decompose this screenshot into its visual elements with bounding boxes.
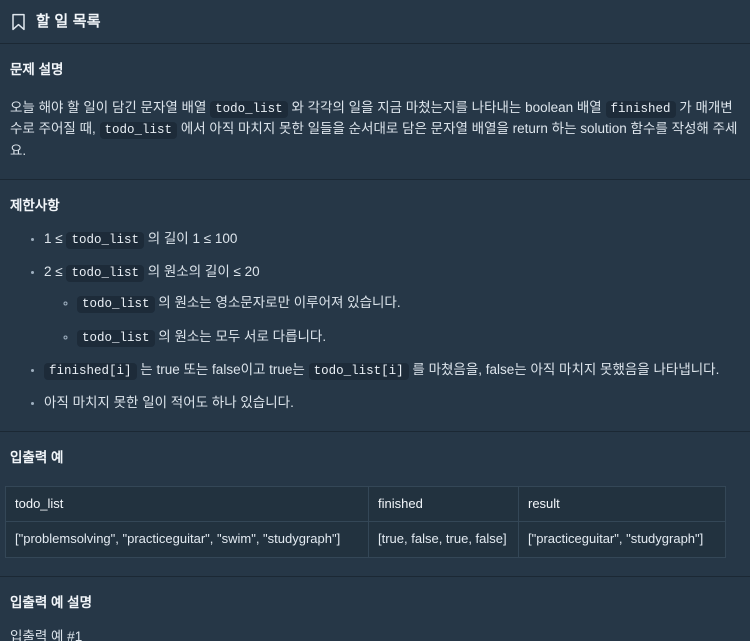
column-header-todo-list: todo_list bbox=[5, 486, 369, 523]
constraint-item-3: finished[i] 는 true 또는 false이고 true는 todo… bbox=[44, 360, 740, 381]
io-table: todo_list finished result ["problemsolvi… bbox=[5, 486, 726, 558]
cell-todo-list: ["problemsolving", "practiceguitar", "sw… bbox=[5, 521, 369, 558]
constraint-subitem-1: todo_list 의 원소는 영소문자로만 이루어져 있습니다. bbox=[77, 293, 740, 314]
section-explanation: 입출력 예 설명 입출력 예 #1 예제 1번의 todo_list 중에서 "… bbox=[0, 593, 750, 641]
constraint-3-mid: 는 true 또는 false이고 true는 bbox=[140, 362, 305, 378]
code-finished-index: finished[i] bbox=[44, 363, 137, 381]
code-finished: finished bbox=[605, 100, 676, 118]
description-heading: 문제 설명 bbox=[10, 62, 64, 77]
page-title: 할 일 목록 bbox=[36, 12, 101, 30]
constraints-list: 1 ≤ todo_list 의 길이 1 ≤ 100 2 ≤ todo_list… bbox=[10, 229, 740, 415]
code-todo-list: todo_list bbox=[66, 264, 144, 282]
constraint-item-4: 아직 마치지 못한 일이 적어도 하나 있습니다. bbox=[44, 393, 740, 414]
constraint-item-1: 1 ≤ todo_list 의 길이 1 ≤ 100 bbox=[44, 229, 740, 250]
column-header-result: result bbox=[518, 486, 726, 523]
examples-divider bbox=[0, 431, 750, 433]
section-constraints: 제한사항 1 ≤ todo_list 의 길이 1 ≤ 100 2 ≤ todo… bbox=[0, 196, 750, 415]
cell-result: ["practiceguitar", "studygraph"] bbox=[528, 531, 704, 547]
code-todo-list-index: todo_list[i] bbox=[308, 363, 409, 381]
code-todo-list: todo_list bbox=[77, 329, 155, 347]
constraint-1-post: 의 길이 1 ≤ 100 bbox=[147, 230, 238, 246]
description-text-1: 오늘 해야 할 일이 담긴 문자열 배열 bbox=[10, 99, 207, 115]
code-todo-list: todo_list bbox=[66, 231, 144, 249]
constraints-sublist: todo_list 의 원소는 영소문자로만 이루어져 있습니다. todo_l… bbox=[44, 293, 740, 348]
header-divider bbox=[0, 43, 750, 44]
constraint-subitem-1-text: 의 원소는 영소문자로만 이루어져 있습니다. bbox=[158, 295, 401, 311]
examples-heading: 입출력 예 bbox=[10, 450, 64, 466]
code-todo-list-2: todo_list bbox=[99, 122, 178, 140]
constraint-1-pre: 1 ≤ bbox=[44, 230, 63, 246]
constraint-subitem-2: todo_list 의 원소는 모두 서로 다릅니다. bbox=[77, 327, 740, 348]
explanation-sub-label: 입출력 예 #1 bbox=[10, 629, 83, 641]
code-todo-list: todo_list bbox=[210, 100, 288, 118]
constraint-3-post: 를 마쳤음을, false는 아직 마치지 못했음을 나타냅니다. bbox=[412, 362, 720, 378]
explanation-heading: 입출력 예 설명 bbox=[10, 594, 93, 610]
explanation-divider bbox=[0, 575, 750, 577]
column-header-finished: finished bbox=[368, 486, 519, 523]
constraint-2-post: 의 원소의 길이 ≤ 20 bbox=[147, 263, 260, 279]
section-description: 문제 설명 오늘 해야 할 일이 담긴 문자열 배열 todo_list 와 각… bbox=[0, 60, 750, 162]
table-header-row: todo_list finished result bbox=[5, 486, 726, 523]
code-todo-list: todo_list bbox=[77, 296, 155, 314]
constraint-2-pre: 2 ≤ bbox=[44, 263, 63, 279]
constraint-item-2: 2 ≤ todo_list 의 원소의 길이 ≤ 20 todo_list 의 … bbox=[44, 262, 740, 348]
bookmark-icon bbox=[12, 13, 25, 30]
app-header: 할 일 목록 bbox=[0, 0, 750, 43]
constraint-subitem-2-text: 의 원소는 모두 서로 다릅니다. bbox=[158, 328, 327, 344]
io-table-wrapper: todo_list finished result ["problemsolvi… bbox=[0, 486, 750, 558]
constraints-heading: 제한사항 bbox=[10, 197, 60, 213]
cell-finished: [true, false, true, false] bbox=[368, 521, 519, 558]
description-text-2: 와 각각의 일을 지금 마쳤는지를 나타내는 boolean 배열 bbox=[291, 99, 602, 115]
description-paragraph: 오늘 해야 할 일이 담긴 문자열 배열 todo_list 와 각각의 일을 … bbox=[10, 98, 740, 162]
constraints-divider bbox=[0, 178, 750, 180]
table-row: ["problemsolving", "practiceguitar", "sw… bbox=[5, 521, 726, 558]
section-examples: 입출력 예 bbox=[0, 448, 750, 469]
